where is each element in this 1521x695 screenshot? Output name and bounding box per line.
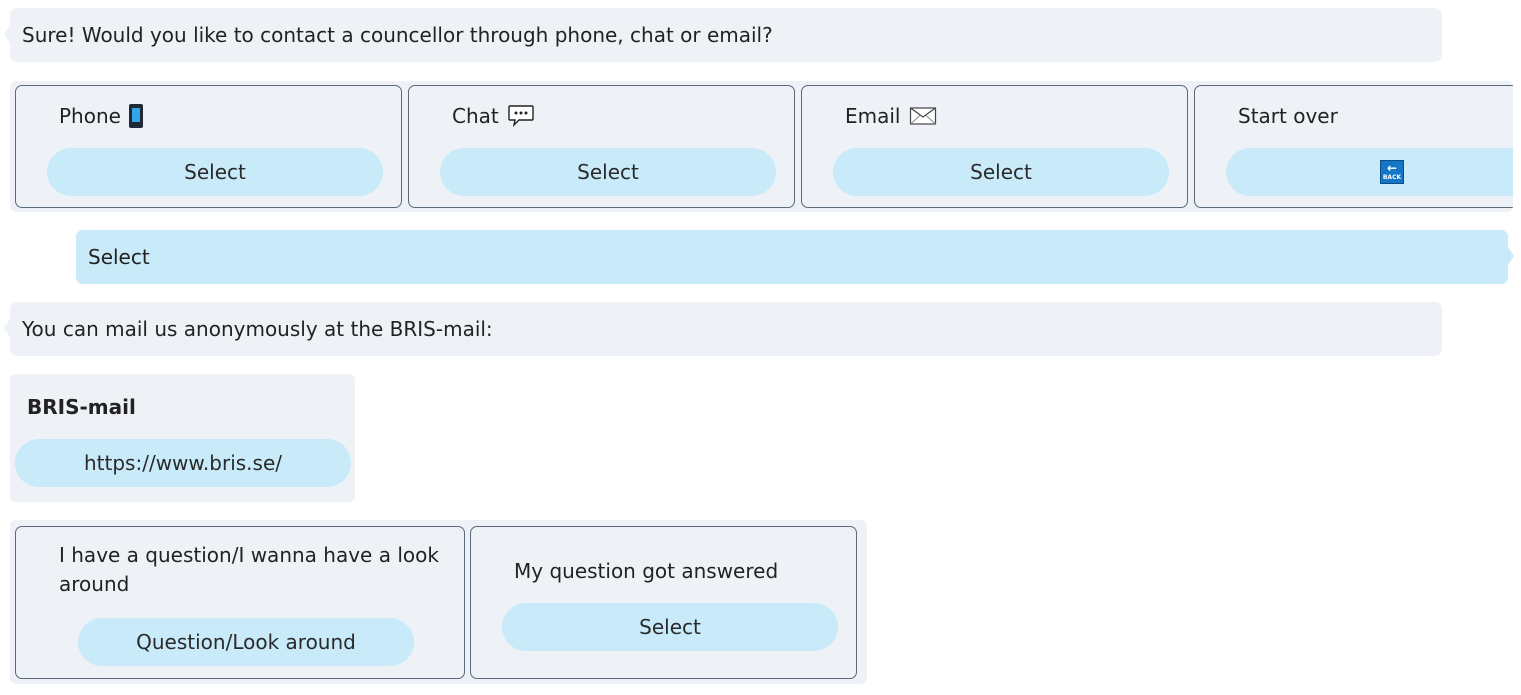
user-message-text: Select <box>88 245 150 269</box>
start-over-card: Start over ← BACK <box>1194 85 1513 208</box>
chat-card-label: Chat <box>452 104 499 128</box>
phone-card-label: Phone <box>59 104 121 128</box>
bris-website-link-button[interactable]: https://www.bris.se/ <box>15 439 351 487</box>
back-icon-text: BACK <box>1382 174 1402 181</box>
answered-card-title: My question got answered <box>514 559 779 583</box>
chat-card: Chat Select <box>408 85 795 208</box>
bot-message-contact-options: Sure! Would you like to contact a counce… <box>4 8 1442 62</box>
email-card-label: Email <box>845 104 901 128</box>
bot-message-bris-mail: You can mail us anonymously at the BRIS-… <box>4 302 1442 356</box>
chat-transcript: Sure! Would you like to contact a counce… <box>0 0 1521 695</box>
speech-bubble-icon <box>507 104 535 128</box>
email-card-title: Email <box>845 102 937 130</box>
email-select-button[interactable]: Select <box>833 148 1169 196</box>
bot-message-text: Sure! Would you like to contact a counce… <box>22 23 773 47</box>
followup-options-carousel: I have a question/I wanna have a look ar… <box>10 520 867 684</box>
bris-mail-card: BRIS-mail https://www.bris.se/ <box>10 374 355 502</box>
user-message-select: Select <box>76 230 1514 284</box>
start-over-button[interactable]: ← BACK <box>1226 148 1513 196</box>
chat-select-button[interactable]: Select <box>440 148 776 196</box>
envelope-icon <box>909 106 937 126</box>
phone-card: Phone Select <box>15 85 402 208</box>
bris-mail-title: BRIS-mail <box>27 395 136 419</box>
start-over-card-title: Start over <box>1238 102 1338 130</box>
answered-select-button[interactable]: Select <box>502 603 838 651</box>
mobile-phone-icon <box>128 104 143 128</box>
phone-card-title: Phone <box>59 102 143 130</box>
bot-message-text: You can mail us anonymously at the BRIS-… <box>22 317 493 341</box>
phone-select-button[interactable]: Select <box>47 148 383 196</box>
question-look-around-button[interactable]: Question/Look around <box>78 618 414 666</box>
question-card-title: I have a question/I wanna have a look ar… <box>59 543 439 596</box>
start-over-card-label: Start over <box>1238 104 1338 128</box>
question-card: I have a question/I wanna have a look ar… <box>15 526 465 679</box>
back-arrow-icon: ← BACK <box>1380 160 1404 184</box>
email-card: Email Select <box>801 85 1188 208</box>
answered-card: My question got answered Select <box>470 526 857 679</box>
chat-card-title: Chat <box>452 102 535 130</box>
contact-options-carousel: Phone Select Chat Select Email Select St… <box>10 81 1513 212</box>
